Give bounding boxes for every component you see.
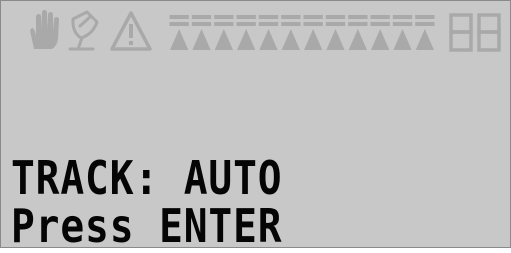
segment-section-4 <box>236 15 256 50</box>
segment-section-2 <box>191 15 212 50</box>
segment-section-3 <box>214 15 234 50</box>
press-enter-prompt: Press ENTER <box>11 199 283 253</box>
segment-section-12 <box>415 15 435 50</box>
segment-section-1 <box>169 15 189 50</box>
warning-triangle-icon <box>109 9 153 53</box>
satellite-dish-icon <box>63 9 107 53</box>
segment-section-11 <box>392 15 413 50</box>
segment-section-9 <box>348 15 368 50</box>
lcd-display: TRACK: AUTO Press ENTER <box>0 0 511 253</box>
segment-bar-graph <box>169 15 435 50</box>
status-row <box>1 1 511 61</box>
segment-section-5 <box>258 15 279 50</box>
track-status-line: TRACK: AUTO <box>11 151 283 205</box>
segment-section-6 <box>281 15 301 50</box>
segment-section-10 <box>370 15 390 50</box>
segment-digits <box>449 13 501 52</box>
segment-section-7 <box>303 15 323 50</box>
hand-stop-icon <box>21 9 65 53</box>
segment-section-8 <box>325 15 346 50</box>
